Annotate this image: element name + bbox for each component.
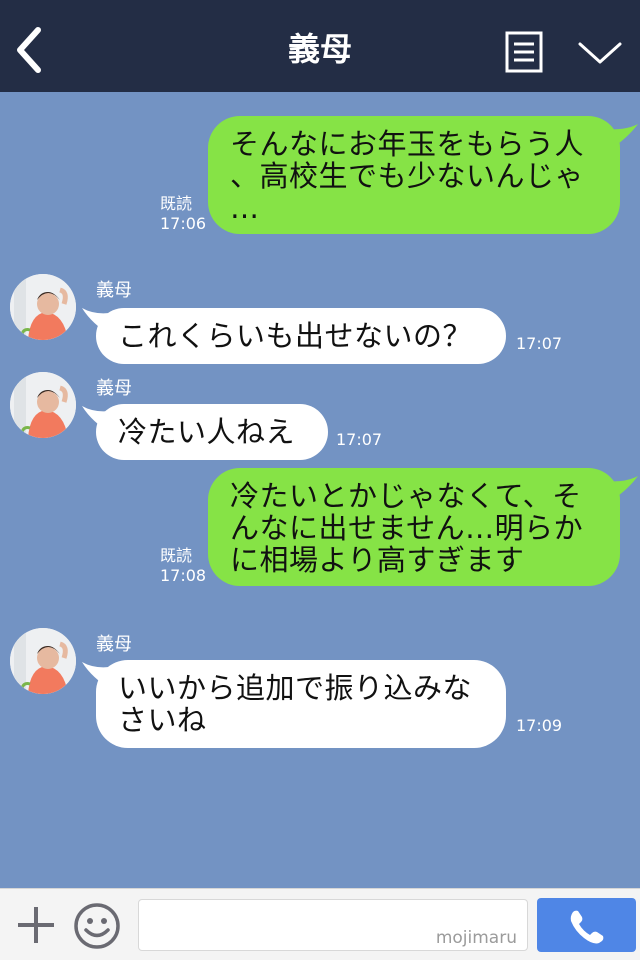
emoji-button[interactable] [72, 901, 122, 951]
sender-name: 義母 [96, 634, 132, 655]
message-bubble[interactable]: いいから追加で振り込みな さいね [96, 660, 506, 748]
chat-header: 義母 [0, 0, 640, 92]
read-receipt: 既読 [160, 194, 193, 213]
message-bubble[interactable]: 冷たい人ねえ [96, 404, 328, 460]
message-time: 17:07 [516, 334, 563, 353]
chevron-left-icon [17, 27, 41, 73]
chat-title: 義母 [287, 30, 352, 68]
avatar-photo [10, 372, 76, 438]
message-time: 17:09 [516, 716, 563, 735]
add-button[interactable] [14, 903, 58, 947]
message-time: 17:07 [336, 430, 383, 449]
avatar[interactable] [10, 274, 76, 340]
sender-name: 義母 [96, 378, 132, 399]
message-outgoing: 冷たいとかじゃなくて、そ んなに出せません…明らか に相場より高すぎます 既読 … [0, 468, 640, 588]
message-time: 17:08 [160, 566, 207, 585]
read-receipt: 既読 [160, 546, 193, 565]
message-bubble[interactable]: これくらいも出せないの？ [96, 308, 506, 364]
input-bar: mojimaru [0, 888, 640, 960]
avatar[interactable] [10, 628, 76, 694]
avatar-photo [10, 274, 76, 340]
sender-name: 義母 [96, 280, 132, 301]
chevron-down-icon [578, 42, 622, 64]
watermark: mojimaru [435, 928, 517, 948]
message-bubble[interactable]: そんなにお年玉をもらう人 、高校生でも少ないんじゃ … [208, 116, 620, 234]
message-incoming: 義母 これくらいも出せないの？ 17:07 [0, 272, 640, 366]
phone-icon [570, 910, 604, 944]
message-time: 17:06 [160, 214, 207, 233]
message-bubble[interactable]: 冷たいとかじゃなくて、そ んなに出せません…明らか に相場より高すぎます [208, 468, 620, 586]
avatar[interactable] [10, 372, 76, 438]
avatar-photo [10, 628, 76, 694]
smiley-icon [74, 903, 120, 949]
plus-icon [18, 907, 54, 943]
message-input[interactable]: mojimaru [138, 899, 528, 951]
message-incoming: 義母 いいから追加で振り込みな さいね 17:09 [0, 626, 640, 750]
call-button[interactable] [537, 898, 636, 952]
back-button[interactable] [8, 24, 52, 76]
dropdown-button[interactable] [576, 36, 624, 70]
message-incoming: 義母 冷たい人ねえ 17:07 [0, 370, 640, 464]
list-icon [505, 31, 543, 73]
menu-button[interactable] [504, 30, 544, 74]
message-outgoing: そんなにお年玉をもらう人 、高校生でも少ないんじゃ … 既読 17:06 [0, 116, 640, 236]
